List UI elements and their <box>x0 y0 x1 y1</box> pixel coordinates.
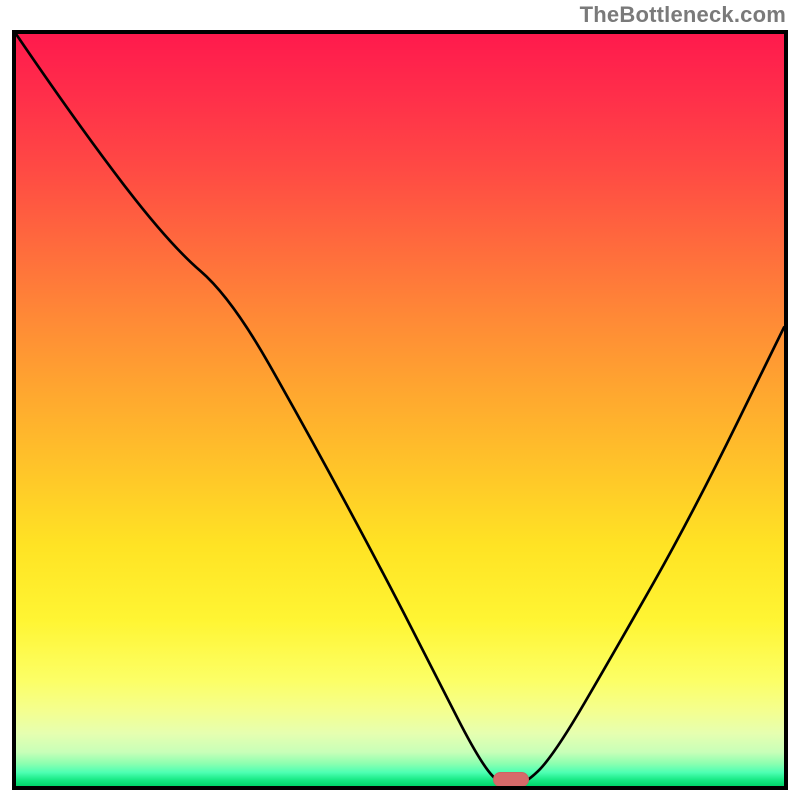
optimal-point-marker <box>493 772 529 787</box>
bottleneck-curve <box>16 34 784 786</box>
curve-path <box>16 34 784 786</box>
page-root: TheBottleneck.com <box>0 0 800 800</box>
source-credit: TheBottleneck.com <box>580 2 786 28</box>
chart-frame <box>12 30 788 790</box>
